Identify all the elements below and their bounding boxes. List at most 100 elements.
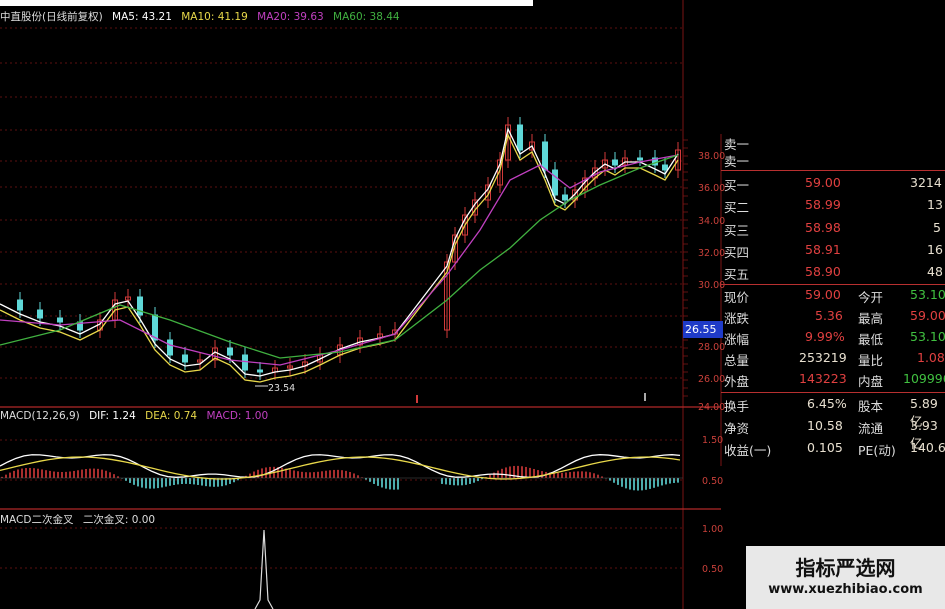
current-price-tag: 26.55 (683, 321, 723, 338)
stat-row: 外盘 143223 内盘 109996 (721, 371, 945, 390)
stat-value: 253219 (799, 350, 847, 365)
fin-value: 0.105 (807, 440, 843, 455)
sell-row[interactable]: 卖一 (721, 151, 945, 170)
stat-value: 5.36 (815, 308, 843, 323)
stat-label: 内盘 (858, 374, 884, 389)
candle-body (517, 124, 523, 151)
candle-body (552, 169, 558, 196)
stat-value: 59.00 (910, 308, 945, 323)
fin-value: 140.6 (910, 440, 945, 455)
buy-price: 58.91 (805, 242, 841, 257)
candle-body (227, 347, 233, 356)
buy-price: 58.90 (805, 264, 841, 279)
quote-panel: 卖一 卖一 买一 59.00 3214 买二 58.99 13 买三 58.98… (721, 134, 945, 466)
cross-value: 二次金叉: 0.00 (82, 514, 156, 526)
price-chart-header: 中直股份(日线前复权) MA5: 43.21 MA10: 41.19 MA20:… (0, 9, 406, 24)
watermark: 指标严选网 www.xuezhibiao.com (746, 546, 945, 609)
divider (721, 170, 945, 171)
candle-body (37, 309, 43, 319)
stat-label: 今开 (858, 290, 884, 305)
fin-label: 股本 (858, 399, 884, 414)
top-toolbar-strip (0, 0, 533, 6)
stat-value: 9.99% (805, 329, 845, 344)
buy-label: 买四 (724, 245, 750, 260)
macd-header: MACD(12,26,9) DIF: 1.24 DEA: 0.74 MACD: … (0, 410, 274, 422)
fin-row: 换手 6.45% 股本 5.89亿 (721, 396, 945, 429)
buy-label: 买一 (724, 178, 750, 193)
macd-value: MACD: 1.00 (206, 410, 269, 422)
ma10-value: MA10: 41.19 (181, 11, 248, 23)
buy-row[interactable]: 买一 59.00 3214 (721, 175, 945, 194)
fin-value: 10.58 (807, 418, 843, 433)
low-price-marker: 23.54 (268, 383, 296, 394)
divider (721, 284, 945, 285)
stat-label: 最低 (858, 332, 884, 347)
ma60-value: MA60: 38.44 (333, 11, 400, 23)
fin-label: PE(动) (858, 443, 896, 458)
buy-volume: 16 (927, 242, 943, 257)
dif-value: DIF: 1.24 (89, 410, 136, 422)
stat-value: 53.10 (910, 329, 945, 344)
candle-body (137, 296, 143, 316)
stock-title: 中直股份(日线前复权) (0, 11, 103, 23)
buy-price: 58.99 (805, 197, 841, 212)
event-marker (416, 395, 418, 403)
buy-row[interactable]: 买二 58.99 13 (721, 197, 945, 216)
buy-row[interactable]: 买五 58.90 48 (721, 264, 945, 283)
ma5-value: MA5: 43.21 (112, 11, 172, 23)
candle-body (637, 157, 643, 161)
buy-label: 买二 (724, 200, 750, 215)
ma5-line (0, 127, 679, 377)
fin-label: 净资 (724, 421, 750, 436)
fin-value: 6.45% (807, 396, 847, 411)
ma20-line (0, 154, 679, 366)
fin-row: 收益(一) 0.105 PE(动) 140.6 (721, 440, 945, 459)
buy-row[interactable]: 买四 58.91 16 (721, 242, 945, 261)
divider (721, 392, 945, 393)
stat-label: 总量 (724, 353, 750, 368)
candle-body (542, 141, 548, 171)
event-marker (644, 393, 646, 401)
fin-label: 流通 (858, 421, 884, 436)
stat-row: 涨幅 9.99% 最低 53.10 (721, 329, 945, 348)
stat-label: 最高 (858, 311, 884, 326)
stat-value: 53.10 (910, 287, 945, 302)
buy-price: 59.00 (805, 175, 841, 190)
buy-label: 买五 (724, 267, 750, 282)
stat-label: 涨幅 (724, 332, 750, 347)
buy-volume: 48 (927, 264, 943, 279)
macd-tick: 1.50 (702, 435, 724, 446)
candle-body (257, 369, 263, 373)
buy-volume: 13 (927, 197, 943, 212)
candle-body (562, 194, 568, 201)
buy-row[interactable]: 买三 58.98 5 (721, 220, 945, 239)
cross-tick: 0.50 (702, 564, 724, 575)
fin-row: 净资 10.58 流通 3.93亿 (721, 418, 945, 451)
candle-body (167, 339, 173, 356)
watermark-url: www.xuezhibiao.com (768, 582, 923, 597)
fin-label: 换手 (724, 399, 750, 414)
cross-signal-spike (254, 529, 274, 609)
cross-tick: 1.00 (702, 524, 724, 535)
sell-label: 卖一 (724, 154, 750, 169)
stat-row: 现价 59.00 今开 53.10 (721, 287, 945, 306)
macd-tick: 0.50 (702, 476, 724, 487)
stat-label: 外盘 (724, 374, 750, 389)
stat-label: 涨跌 (724, 311, 750, 326)
buy-price: 58.98 (805, 220, 841, 235)
stat-row: 涨跌 5.36 最高 59.00 (721, 308, 945, 327)
candle-body (242, 354, 248, 371)
macd-title: MACD(12,26,9) (0, 410, 80, 422)
buy-label: 买三 (724, 223, 750, 238)
candle-body (662, 164, 668, 171)
watermark-title: 指标严选网 (795, 556, 896, 580)
stat-value: 1.08 (917, 350, 945, 365)
cross-header: MACD二次金叉 二次金叉: 0.00 (0, 512, 161, 527)
stat-value: 109996 (903, 371, 945, 386)
cross-title: MACD二次金叉 (0, 514, 74, 526)
stat-value: 143223 (799, 371, 847, 386)
stat-label: 现价 (724, 290, 750, 305)
candle-body (182, 354, 188, 363)
candle-body (57, 317, 63, 323)
ma20-value: MA20: 39.63 (257, 11, 324, 23)
